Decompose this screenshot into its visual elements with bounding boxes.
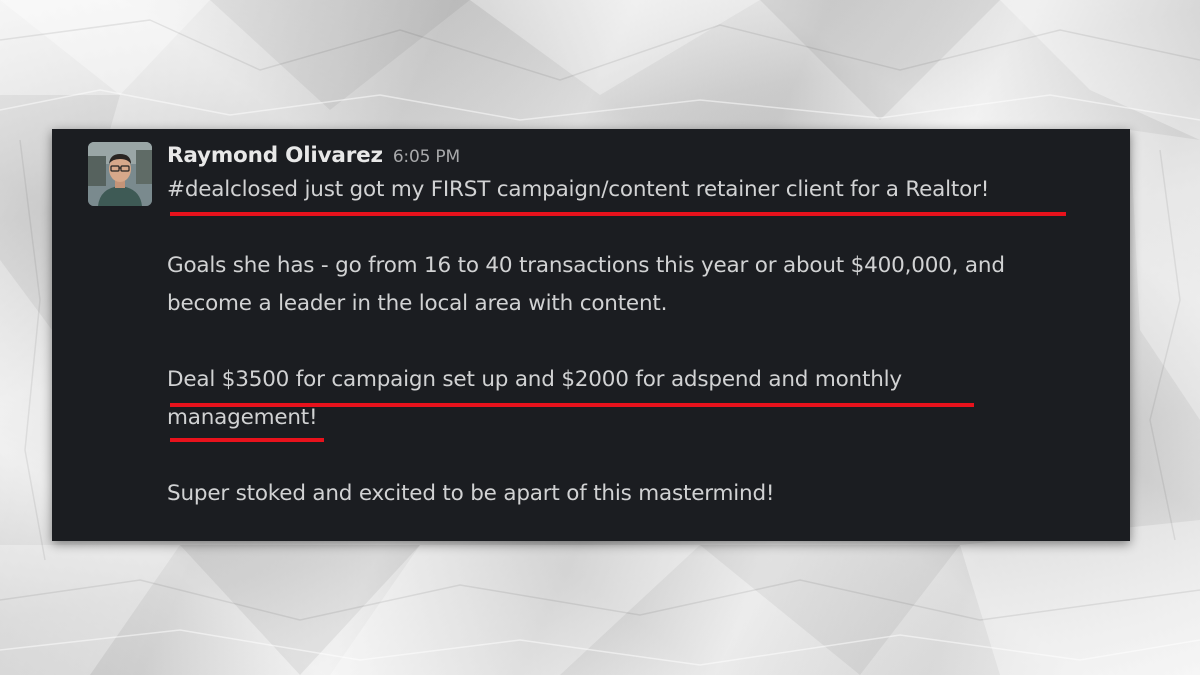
message-line-4: Deal $3500 for campaign set up and $2000… [167,367,902,392]
avatar-photo-icon [88,142,152,206]
highlight-underline [170,403,974,407]
message-header: Raymond Olivarez 6:05 PM [167,141,1107,171]
highlight-underline [170,438,324,442]
message-line-2: Goals she has - go from 16 to 40 transac… [167,253,1005,278]
message-body: Raymond Olivarez 6:05 PM #dealclosed just… [167,141,1107,513]
message-line-3: become a leader in the local area with c… [167,291,668,316]
message-line-6: Super stoked and excited to be apart of … [167,481,775,506]
message-timestamp[interactable]: 6:05 PM [393,147,460,167]
avatar[interactable] [88,142,152,206]
highlight-underline [170,212,1066,216]
message-line-1: #dealclosed just got my FIRST campaign/c… [167,177,990,202]
author-name[interactable]: Raymond Olivarez [167,143,383,168]
message-card: Raymond Olivarez 6:05 PM #dealclosed just… [52,129,1130,541]
